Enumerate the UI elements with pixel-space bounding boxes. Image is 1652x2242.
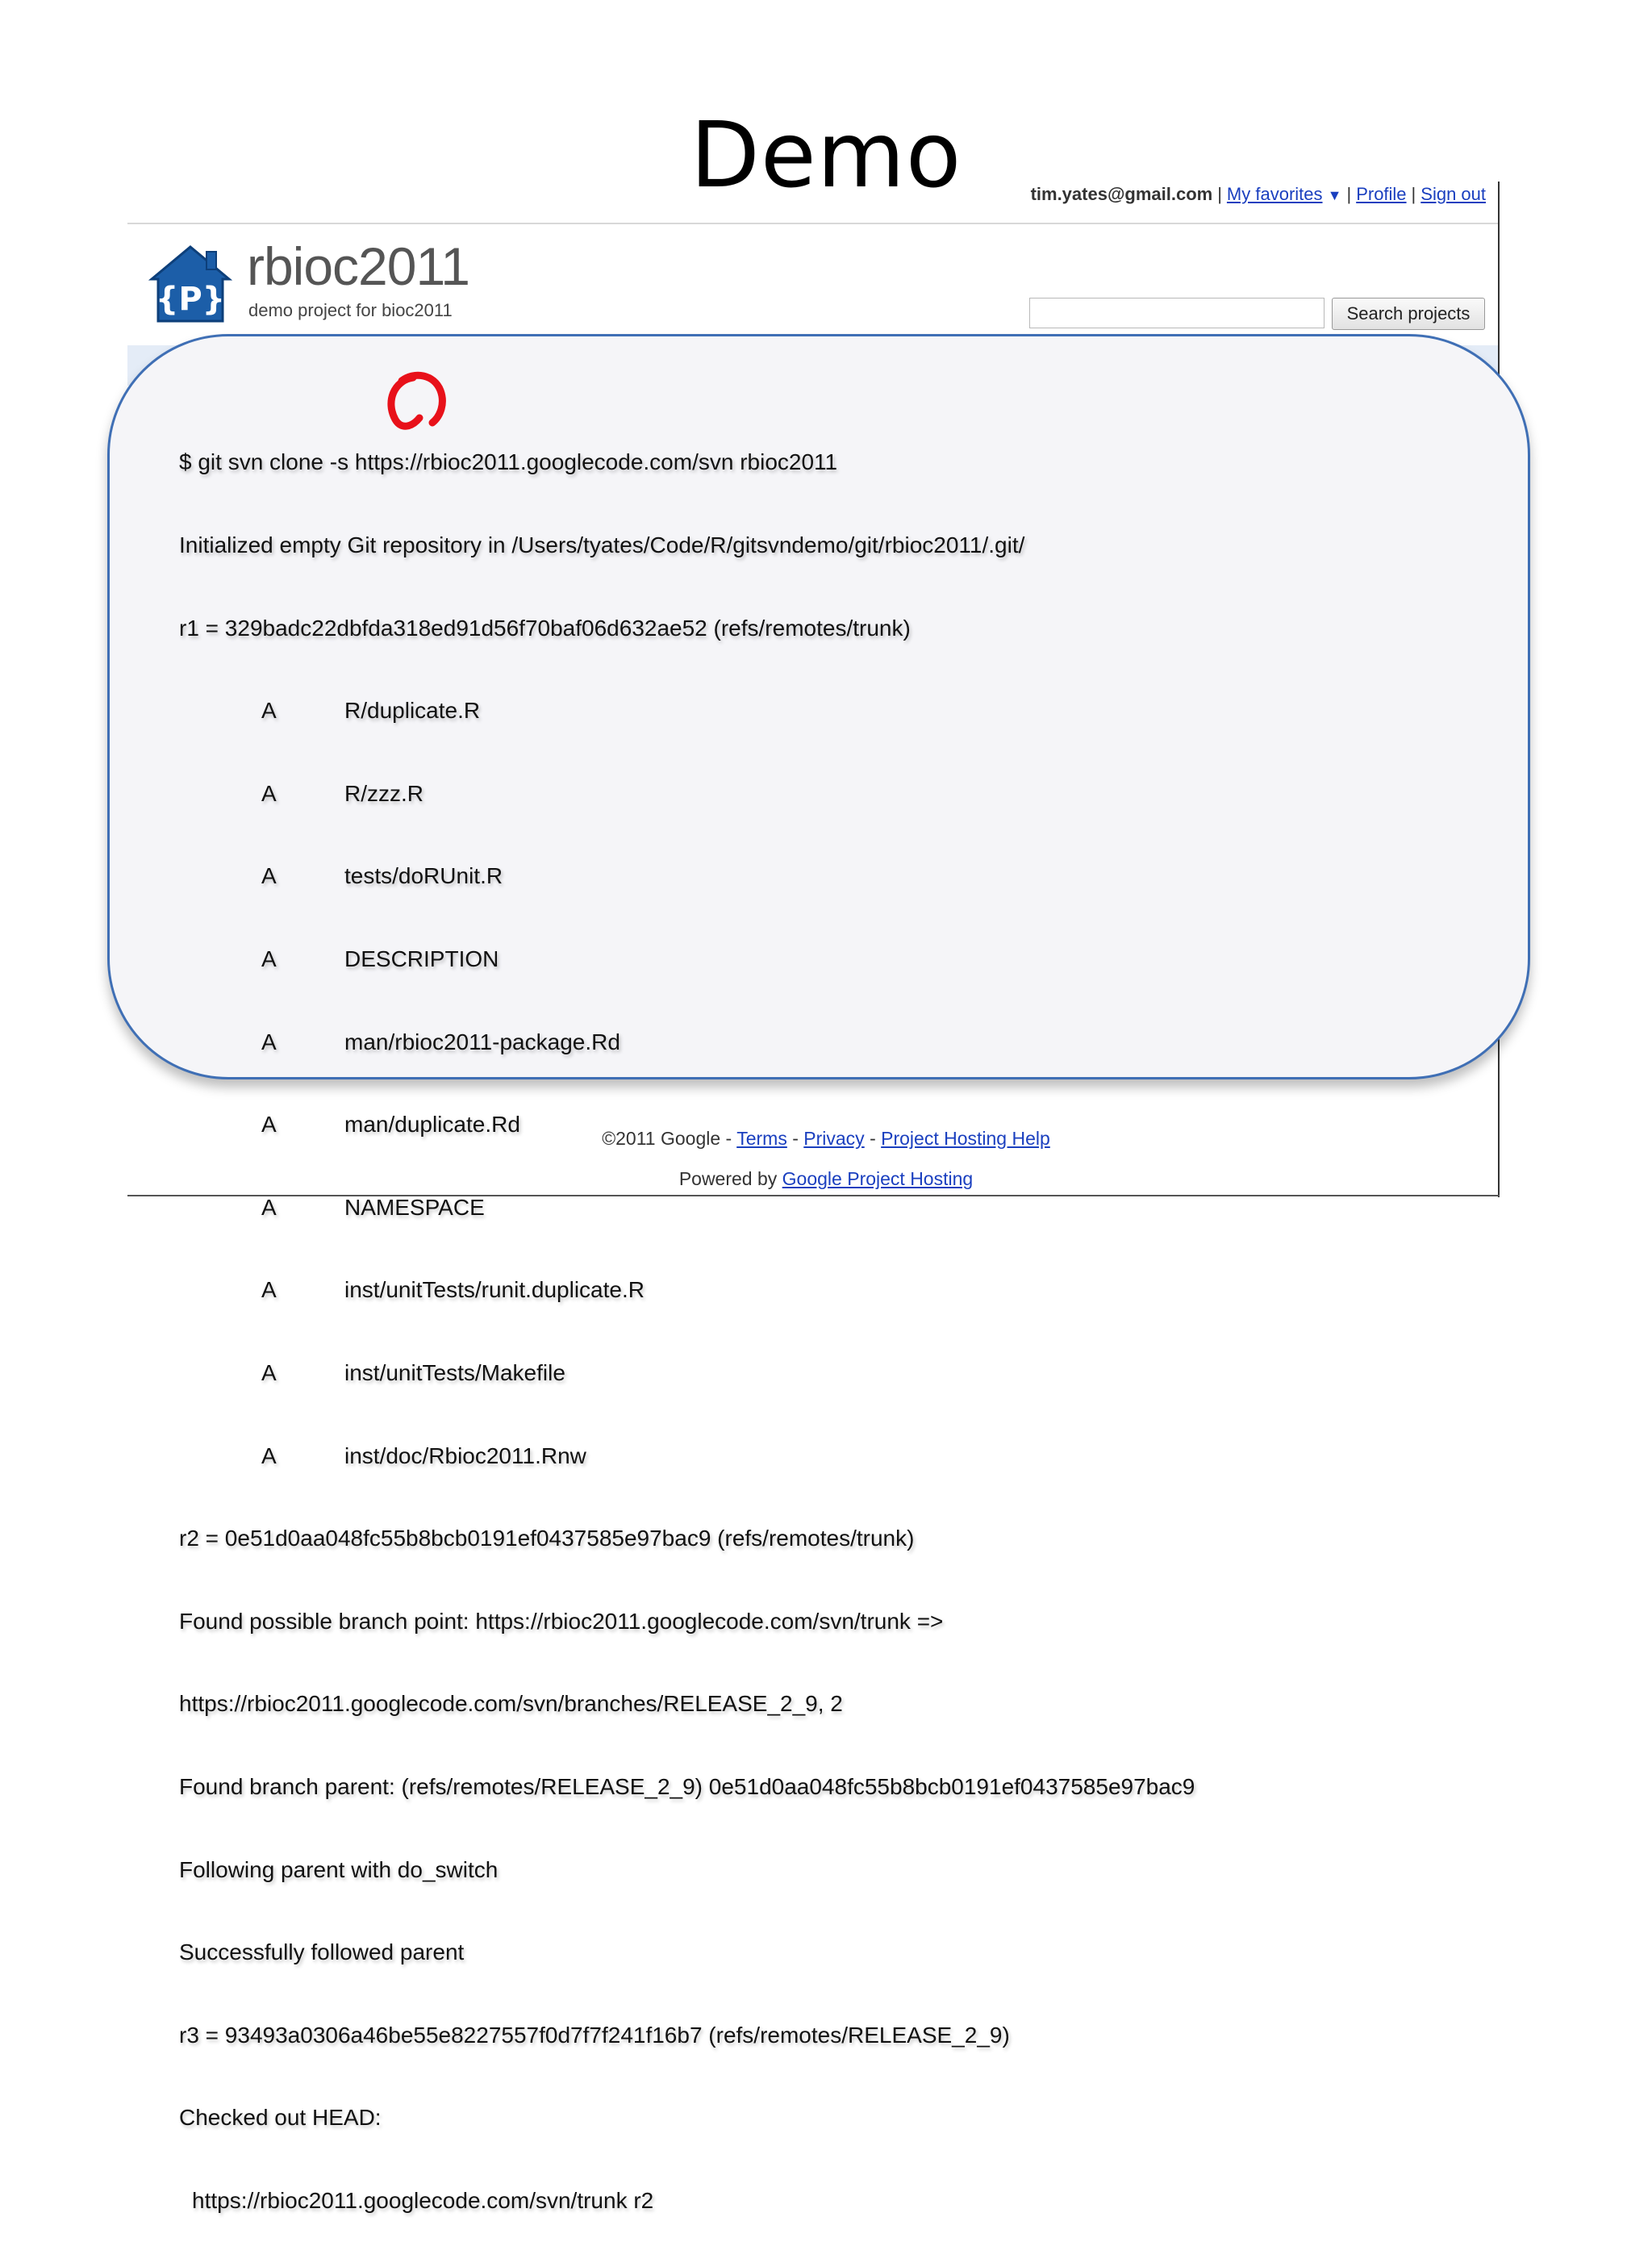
file-status: A: [261, 1277, 277, 1303]
file-path: tests/doRUnit.R: [344, 863, 503, 889]
terminal-line: Initialized empty Git repository in /Use…: [179, 532, 1025, 557]
file-status: A: [261, 1442, 277, 1468]
terminal-line: r2 = 0e51d0aa048fc55b8bcb0191ef0437585e9…: [179, 1526, 915, 1551]
profile-link[interactable]: Profile: [1356, 184, 1406, 204]
file-status: A: [261, 946, 277, 971]
account-email: tim.yates@gmail.com: [1030, 184, 1213, 204]
file-entry: Ainst/doc/Rbioc2011.Rnw: [179, 1442, 1195, 1470]
terminal-line: https://rbioc2011.googlecode.com/svn/tru…: [192, 2187, 654, 2213]
my-favorites-link[interactable]: My favorites: [1227, 184, 1323, 204]
sign-out-link[interactable]: Sign out: [1420, 184, 1486, 204]
file-entry: A NAMESPACE: [179, 1194, 1195, 1221]
terminal-line: https://rbioc2011.googlecode.com/svn/bra…: [179, 1691, 843, 1717]
file-entry: Ainst/unitTests/runit.duplicate.R: [179, 1276, 1195, 1304]
file-path: inst/unitTests/Makefile: [344, 1359, 565, 1385]
project-hosting-house-icon[interactable]: {P}: [148, 242, 233, 326]
project-summary: demo project for bioc2011: [248, 300, 453, 320]
project-name[interactable]: rbioc2011: [247, 236, 470, 297]
search-projects-button[interactable]: Search projects: [1332, 298, 1485, 330]
red-circle-annotation-icon: [378, 369, 452, 444]
terminal-line: Found possible branch point: https://rbi…: [179, 1608, 944, 1634]
terminal-line: $ git svn clone -s https://rbioc2011.goo…: [179, 449, 838, 475]
terminal-line: r1 = 329badc22dbfda318ed91d56f70baf06d63…: [179, 615, 911, 641]
separator: |: [1411, 184, 1416, 204]
file-entry: Atests/doRUnit.R: [179, 862, 1195, 890]
file-entry: A R/zzz.R: [179, 780, 1195, 808]
file-path: DESCRIPTION: [344, 946, 499, 971]
file-status: A: [261, 863, 277, 889]
file-path: man/duplicate.Rd: [344, 1112, 520, 1138]
separator: |: [1346, 184, 1352, 204]
file-path: R/zzz.R: [344, 780, 423, 806]
file-path: NAMESPACE: [344, 1194, 485, 1220]
file-path: inst/doc/Rbioc2011.Rnw: [344, 1442, 586, 1468]
logo-glyph: {P}: [156, 281, 225, 318]
terminal-line: Following parent with do_switch: [179, 1856, 499, 1882]
terminal-line: Checked out HEAD:: [179, 2105, 382, 2131]
terminal-line: r3 = 93493a0306a46be55e8227557f0d7f7f241…: [179, 2022, 1010, 2048]
file-path: man/rbioc2011-package.Rd: [344, 1029, 620, 1054]
terminal-line: Successfully followed parent: [179, 1939, 465, 1965]
file-status: A: [261, 1359, 277, 1385]
terminal-line: Found branch parent: (refs/remotes/RELEA…: [179, 1773, 1195, 1799]
search-input[interactable]: [1029, 298, 1325, 328]
file-entry: Aman/duplicate.Rd: [179, 1111, 1195, 1138]
file-entry: Aman/rbioc2011-package.Rd: [179, 1029, 1195, 1056]
file-status: A: [261, 1029, 277, 1054]
account-bar: tim.yates@gmail.com | My favorites ▼ | Profi…: [1031, 184, 1486, 205]
file-entry: A DESCRIPTION: [179, 946, 1195, 973]
file-entry: A R/duplicate.R: [179, 697, 1195, 724]
header-divider: [127, 223, 1498, 224]
file-entry: Ainst/unitTests/Makefile: [179, 1359, 1195, 1387]
separator: |: [1217, 184, 1222, 204]
file-status: A: [261, 698, 277, 724]
chevron-down-icon[interactable]: ▼: [1328, 187, 1342, 203]
file-status: A: [261, 780, 277, 806]
terminal-output: $ git svn clone -s https://rbioc2011.goo…: [179, 394, 1195, 2242]
file-status: A: [261, 1112, 277, 1138]
file-status: A: [261, 1194, 277, 1220]
file-path: inst/unitTests/runit.duplicate.R: [344, 1277, 645, 1303]
file-path: R/duplicate.R: [344, 698, 481, 724]
